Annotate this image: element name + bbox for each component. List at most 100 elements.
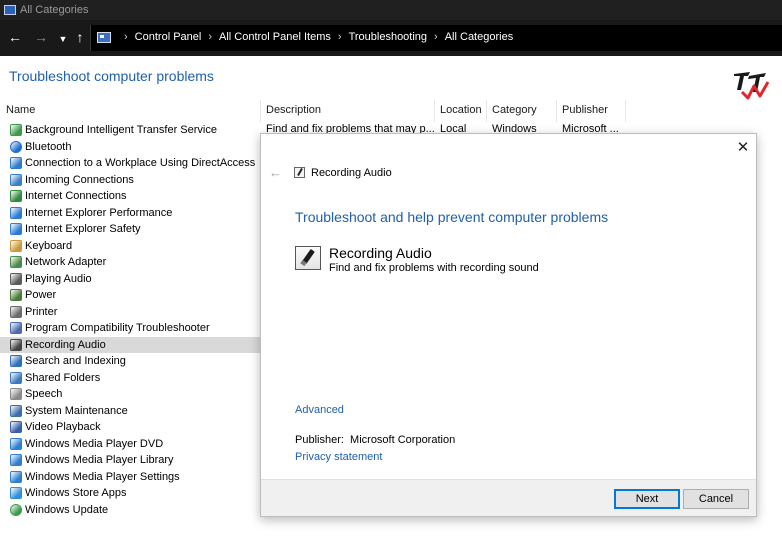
dialog-footer: Next Cancel: [261, 479, 756, 516]
system-maintenance-icon: [10, 404, 22, 417]
navigation-bar: ← → ▼ ↑ › Control Panel › All Control Pa…: [0, 20, 782, 56]
column-divider[interactable]: [260, 100, 261, 122]
list-item[interactable]: Windows Store Apps: [0, 485, 262, 502]
list-item-label: Shared Folders: [25, 371, 101, 384]
breadcrumb-control-panel[interactable]: Control Panel: [135, 31, 202, 43]
list-item-label: Windows Media Player Settings: [25, 470, 180, 483]
list-item[interactable]: Windows Media Player Settings: [0, 469, 262, 486]
list-item-label: Power: [25, 289, 57, 302]
list-item[interactable]: Internet Explorer Performance: [0, 205, 262, 222]
list-item-label: Internet Explorer Safety: [25, 223, 141, 236]
close-icon[interactable]: ✕: [735, 140, 751, 156]
list-item-label: Playing Audio: [25, 272, 92, 285]
list-item-label: Program Compatibility Troubleshooter: [25, 322, 210, 335]
dialog-header-title: Recording Audio: [311, 167, 392, 179]
printer-icon: [10, 305, 22, 318]
windows-update-icon: [10, 503, 22, 516]
list-item[interactable]: Printer: [0, 304, 262, 321]
list-item[interactable]: Windows Media Player DVD: [0, 436, 262, 453]
list-item[interactable]: Playing Audio: [0, 271, 262, 288]
list-item-label: Connection to a Workplace Using DirectAc…: [25, 157, 256, 170]
dialog-heading: Troubleshoot and help prevent computer p…: [295, 209, 609, 225]
control-panel-icon: [4, 5, 16, 15]
list-item[interactable]: Speech: [0, 386, 262, 403]
list-item[interactable]: Incoming Connections: [0, 172, 262, 189]
list-item-label: Printer: [25, 305, 58, 318]
list-item[interactable]: Power: [0, 287, 262, 304]
list-item[interactable]: Connection to a Workplace Using DirectAc…: [0, 155, 262, 172]
breadcrumb: › Control Panel › All Control Panel Item…: [117, 31, 513, 43]
address-bar[interactable]: › Control Panel › All Control Panel Item…: [90, 25, 782, 51]
list-item[interactable]: Keyboard: [0, 238, 262, 255]
forward-arrow-icon[interactable]: →: [32, 28, 50, 46]
ie-safety-icon: [10, 223, 22, 236]
speech-icon: [10, 388, 22, 401]
list-item[interactable]: System Maintenance: [0, 403, 262, 420]
column-header-name[interactable]: Name: [6, 104, 35, 116]
page-title: Troubleshoot computer problems: [9, 68, 214, 84]
list-item[interactable]: Internet Explorer Safety: [0, 221, 262, 238]
troubleshooter-name: Recording Audio: [329, 245, 432, 261]
list-item-label: Windows Media Player Library: [25, 454, 174, 467]
list-item[interactable]: Network Adapter: [0, 254, 262, 271]
list-item[interactable]: Windows Media Player Library: [0, 452, 262, 469]
breadcrumb-all-control-panel-items[interactable]: All Control Panel Items: [219, 31, 331, 43]
directaccess-icon: [10, 157, 22, 170]
program-compatibility-icon: [10, 322, 22, 335]
breadcrumb-separator[interactable]: ›: [124, 31, 128, 43]
breadcrumb-separator[interactable]: ›: [434, 31, 438, 43]
list-item-label: Recording Audio: [25, 338, 106, 351]
chevron-down-icon[interactable]: ▼: [54, 30, 72, 48]
column-divider[interactable]: [556, 100, 557, 122]
breadcrumb-troubleshooting[interactable]: Troubleshooting: [349, 31, 427, 43]
store-apps-icon: [10, 487, 22, 500]
column-divider[interactable]: [625, 100, 626, 122]
publisher-value: Microsoft Corporation: [350, 434, 456, 446]
microphone-icon: [294, 167, 305, 178]
up-arrow-icon[interactable]: ↑: [71, 28, 89, 46]
cancel-button[interactable]: Cancel: [683, 489, 749, 509]
list-item[interactable]: Bluetooth: [0, 139, 262, 156]
incoming-connections-icon: [10, 173, 22, 186]
list-item-label: Windows Update: [25, 503, 109, 516]
window-title: All Categories: [20, 4, 89, 16]
wmp-dvd-icon: [10, 437, 22, 450]
wmp-library-icon: [10, 454, 22, 467]
list-item-label: Keyboard: [25, 239, 73, 252]
title-bar: All Categories: [0, 0, 782, 20]
troubleshooter-list: Background Intelligent Transfer Service B…: [0, 122, 262, 518]
column-divider[interactable]: [486, 100, 487, 122]
list-item[interactable]: Background Intelligent Transfer Service: [0, 122, 262, 139]
troubleshooter-dialog: ✕ ← Recording Audio Troubleshoot and hel…: [260, 133, 757, 517]
list-item-label: Internet Connections: [25, 190, 127, 203]
list-item-label: Background Intelligent Transfer Service: [25, 124, 217, 137]
column-header-category[interactable]: Category: [492, 104, 537, 116]
internet-connections-icon: [10, 190, 22, 203]
column-header-location[interactable]: Location: [440, 104, 482, 116]
next-button[interactable]: Next: [614, 489, 680, 509]
shared-folders-icon: [10, 371, 22, 384]
breadcrumb-separator[interactable]: ›: [338, 31, 342, 43]
list-item[interactable]: Shared Folders: [0, 370, 262, 387]
list-item[interactable]: Video Playback: [0, 419, 262, 436]
video-playback-icon: [10, 421, 22, 434]
list-item[interactable]: Recording Audio: [0, 336, 262, 353]
power-icon: [10, 289, 22, 302]
privacy-statement-link[interactable]: Privacy statement: [295, 451, 382, 463]
breadcrumb-separator[interactable]: ›: [208, 31, 212, 43]
brand-logo: [734, 72, 770, 100]
column-header-description[interactable]: Description: [266, 104, 321, 116]
column-header-publisher[interactable]: Publisher: [562, 104, 608, 116]
breadcrumb-all-categories[interactable]: All Categories: [445, 31, 513, 43]
list-item-label: Search and Indexing: [25, 355, 126, 368]
back-arrow-icon[interactable]: ←: [6, 28, 24, 46]
column-divider[interactable]: [434, 100, 435, 122]
search-indexing-icon: [10, 355, 22, 368]
list-item[interactable]: Internet Connections: [0, 188, 262, 205]
list-item-label: Windows Store Apps: [25, 487, 127, 500]
list-item[interactable]: Program Compatibility Troubleshooter: [0, 320, 262, 337]
list-item[interactable]: Search and Indexing: [0, 353, 262, 370]
back-arrow-icon[interactable]: ←: [269, 165, 282, 180]
list-item[interactable]: Windows Update: [0, 502, 262, 519]
advanced-link[interactable]: Advanced: [295, 404, 344, 416]
